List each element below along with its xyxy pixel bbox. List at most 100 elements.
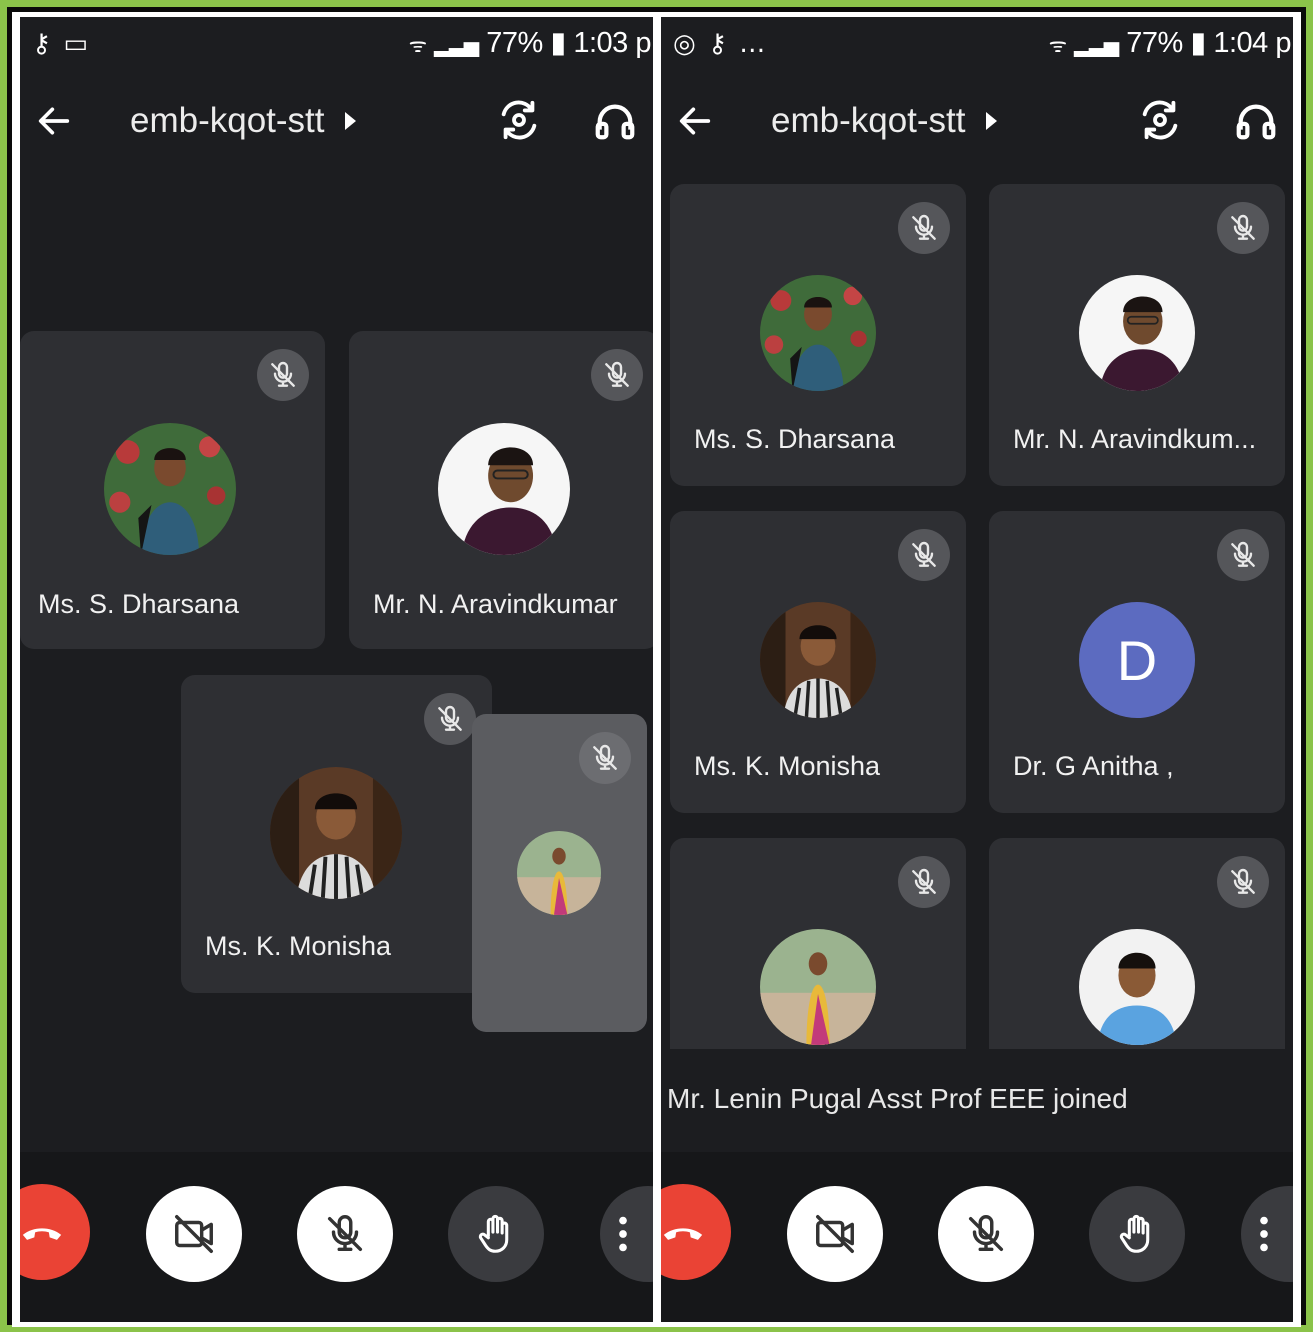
- frame-border-left: [12, 12, 20, 1327]
- call-controls: [20, 1152, 653, 1322]
- mic-off-icon: [908, 866, 940, 898]
- left-screen: ⚷ ▭ ᯤ ▂▃▅ 77% ▮ 1:03 p emb-kqot-stt Ms. …: [20, 17, 653, 1322]
- hotspot-icon: ◎: [673, 29, 698, 59]
- avatar: [270, 767, 402, 899]
- mic-off-icon: [1227, 212, 1259, 244]
- end-call-icon: [20, 1209, 65, 1255]
- mic-off-indicator: [1217, 202, 1269, 254]
- more-options-button[interactable]: [600, 1186, 653, 1282]
- self-view-tile[interactable]: [472, 714, 647, 1032]
- more-notifications: …: [739, 29, 768, 59]
- end-call-button[interactable]: [20, 1184, 90, 1280]
- mic-off-indicator: [1217, 856, 1269, 908]
- mic-off-indicator: [898, 856, 950, 908]
- mic-off-icon: [908, 212, 940, 244]
- screen-divider: [653, 12, 661, 1327]
- mic-off-icon: [1227, 866, 1259, 898]
- mic-off-icon: [963, 1211, 1009, 1257]
- avatar: [1079, 929, 1195, 1045]
- participant-name: Mr. N. Aravindkum...: [1013, 424, 1257, 454]
- signal-icon: ▂▃▅: [1074, 35, 1119, 57]
- meeting-top-bar: emb-kqot-stt: [661, 87, 1293, 157]
- join-notification: Mr. Lenin Pugal Asst Prof EEE joined: [661, 1049, 1293, 1145]
- video-recording-icon: ▭: [63, 29, 90, 59]
- back-arrow-icon[interactable]: [34, 101, 74, 141]
- raise-hand-button[interactable]: [1089, 1186, 1185, 1282]
- camera-off-icon: [812, 1211, 858, 1257]
- participant-tile[interactable]: Ms. S. Dharsana: [670, 184, 966, 486]
- mic-off-indicator: [424, 693, 476, 745]
- raise-hand-icon: [1114, 1211, 1160, 1257]
- avatar: [760, 275, 876, 391]
- initial-avatar: D: [1079, 602, 1195, 718]
- switch-camera-icon[interactable]: [496, 97, 542, 143]
- headphones-icon[interactable]: [1233, 97, 1279, 143]
- wifi-icon: ᯤ: [1048, 35, 1067, 57]
- mic-off-indicator: [257, 349, 309, 401]
- mic-toggle-button[interactable]: [938, 1186, 1034, 1282]
- participant-tile[interactable]: Ms. K. Monisha: [181, 675, 492, 993]
- right-screen: ◎ ⚷ … ᯤ ▂▃▅ 77% ▮ 1:04 p emb-kqot-stt Ms…: [661, 17, 1293, 1322]
- participant-name: Ms. K. Monisha: [694, 751, 881, 781]
- key-icon: ⚷: [32, 29, 54, 59]
- mic-off-icon: [322, 1211, 368, 1257]
- participant-name: Mr. N. Aravindkumar: [373, 589, 618, 619]
- mic-off-indicator: [1217, 529, 1269, 581]
- key-icon: ⚷: [707, 29, 729, 59]
- participant-tile[interactable]: Mr. N. Aravindkumar: [349, 331, 653, 649]
- battery-time: 77% ▮ 1:03 p: [486, 27, 651, 59]
- mic-off-icon: [267, 359, 299, 391]
- avatar: [760, 602, 876, 718]
- status-bar: ◎ ⚷ … ᯤ ▂▃▅ 77% ▮ 1:04 p: [661, 17, 1293, 67]
- mic-off-indicator: [898, 202, 950, 254]
- headphones-icon[interactable]: [592, 97, 638, 143]
- more-vert-icon: [600, 1211, 646, 1257]
- more-options-button[interactable]: [1241, 1186, 1293, 1282]
- participant-name: Ms. S. Dharsana: [38, 589, 240, 619]
- caret-right-icon: [344, 111, 356, 130]
- wifi-icon: ᯤ: [408, 35, 427, 57]
- avatar: [1079, 275, 1195, 391]
- avatar: [438, 423, 570, 555]
- participant-tile[interactable]: Mr. N. Aravindkum...: [989, 184, 1285, 486]
- signal-icon: ▂▃▅: [434, 35, 479, 57]
- battery-time: 77% ▮ 1:04 p: [1126, 27, 1291, 59]
- status-icons-left: ⚷ ▭: [32, 29, 90, 59]
- participant-tile[interactable]: D Dr. G Anitha ,: [989, 511, 1285, 813]
- mic-off-icon: [601, 359, 633, 391]
- meeting-code[interactable]: emb-kqot-stt: [771, 101, 997, 141]
- mic-off-indicator: [579, 732, 631, 784]
- mic-off-icon: [908, 539, 940, 571]
- mic-off-icon: [1227, 539, 1259, 571]
- mic-off-icon: [434, 703, 466, 735]
- avatar: [104, 423, 236, 555]
- raise-hand-button[interactable]: [448, 1186, 544, 1282]
- caret-right-icon: [985, 111, 997, 130]
- participant-name: Ms. S. Dharsana: [694, 424, 896, 454]
- raise-hand-icon: [473, 1211, 519, 1257]
- participant-tile[interactable]: Ms. K. Monisha: [670, 511, 966, 813]
- meeting-top-bar: emb-kqot-stt: [20, 87, 653, 157]
- meeting-code[interactable]: emb-kqot-stt: [130, 101, 356, 141]
- camera-toggle-button[interactable]: [146, 1186, 242, 1282]
- end-call-button[interactable]: [661, 1184, 731, 1280]
- back-arrow-icon[interactable]: [675, 101, 715, 141]
- avatar: [517, 831, 601, 915]
- call-controls: [661, 1152, 1293, 1322]
- participant-name: Ms. K. Monisha: [205, 931, 392, 961]
- frame-border-right: [1293, 12, 1301, 1327]
- camera-off-icon: [171, 1211, 217, 1257]
- mic-off-icon: [589, 742, 621, 774]
- participant-tile[interactable]: Ms. S. Dharsana: [20, 331, 325, 649]
- camera-toggle-button[interactable]: [787, 1186, 883, 1282]
- participant-name: Dr. G Anitha ,: [1013, 751, 1174, 781]
- end-call-icon: [661, 1209, 706, 1255]
- status-bar: ⚷ ▭ ᯤ ▂▃▅ 77% ▮ 1:03 p: [20, 17, 653, 67]
- mic-off-indicator: [898, 529, 950, 581]
- mic-toggle-button[interactable]: [297, 1186, 393, 1282]
- mic-off-indicator: [591, 349, 643, 401]
- switch-camera-icon[interactable]: [1137, 97, 1183, 143]
- avatar: [760, 929, 876, 1045]
- status-right: ᯤ ▂▃▅ 77% ▮ 1:04 p: [1048, 25, 1292, 60]
- more-vert-icon: [1241, 1211, 1287, 1257]
